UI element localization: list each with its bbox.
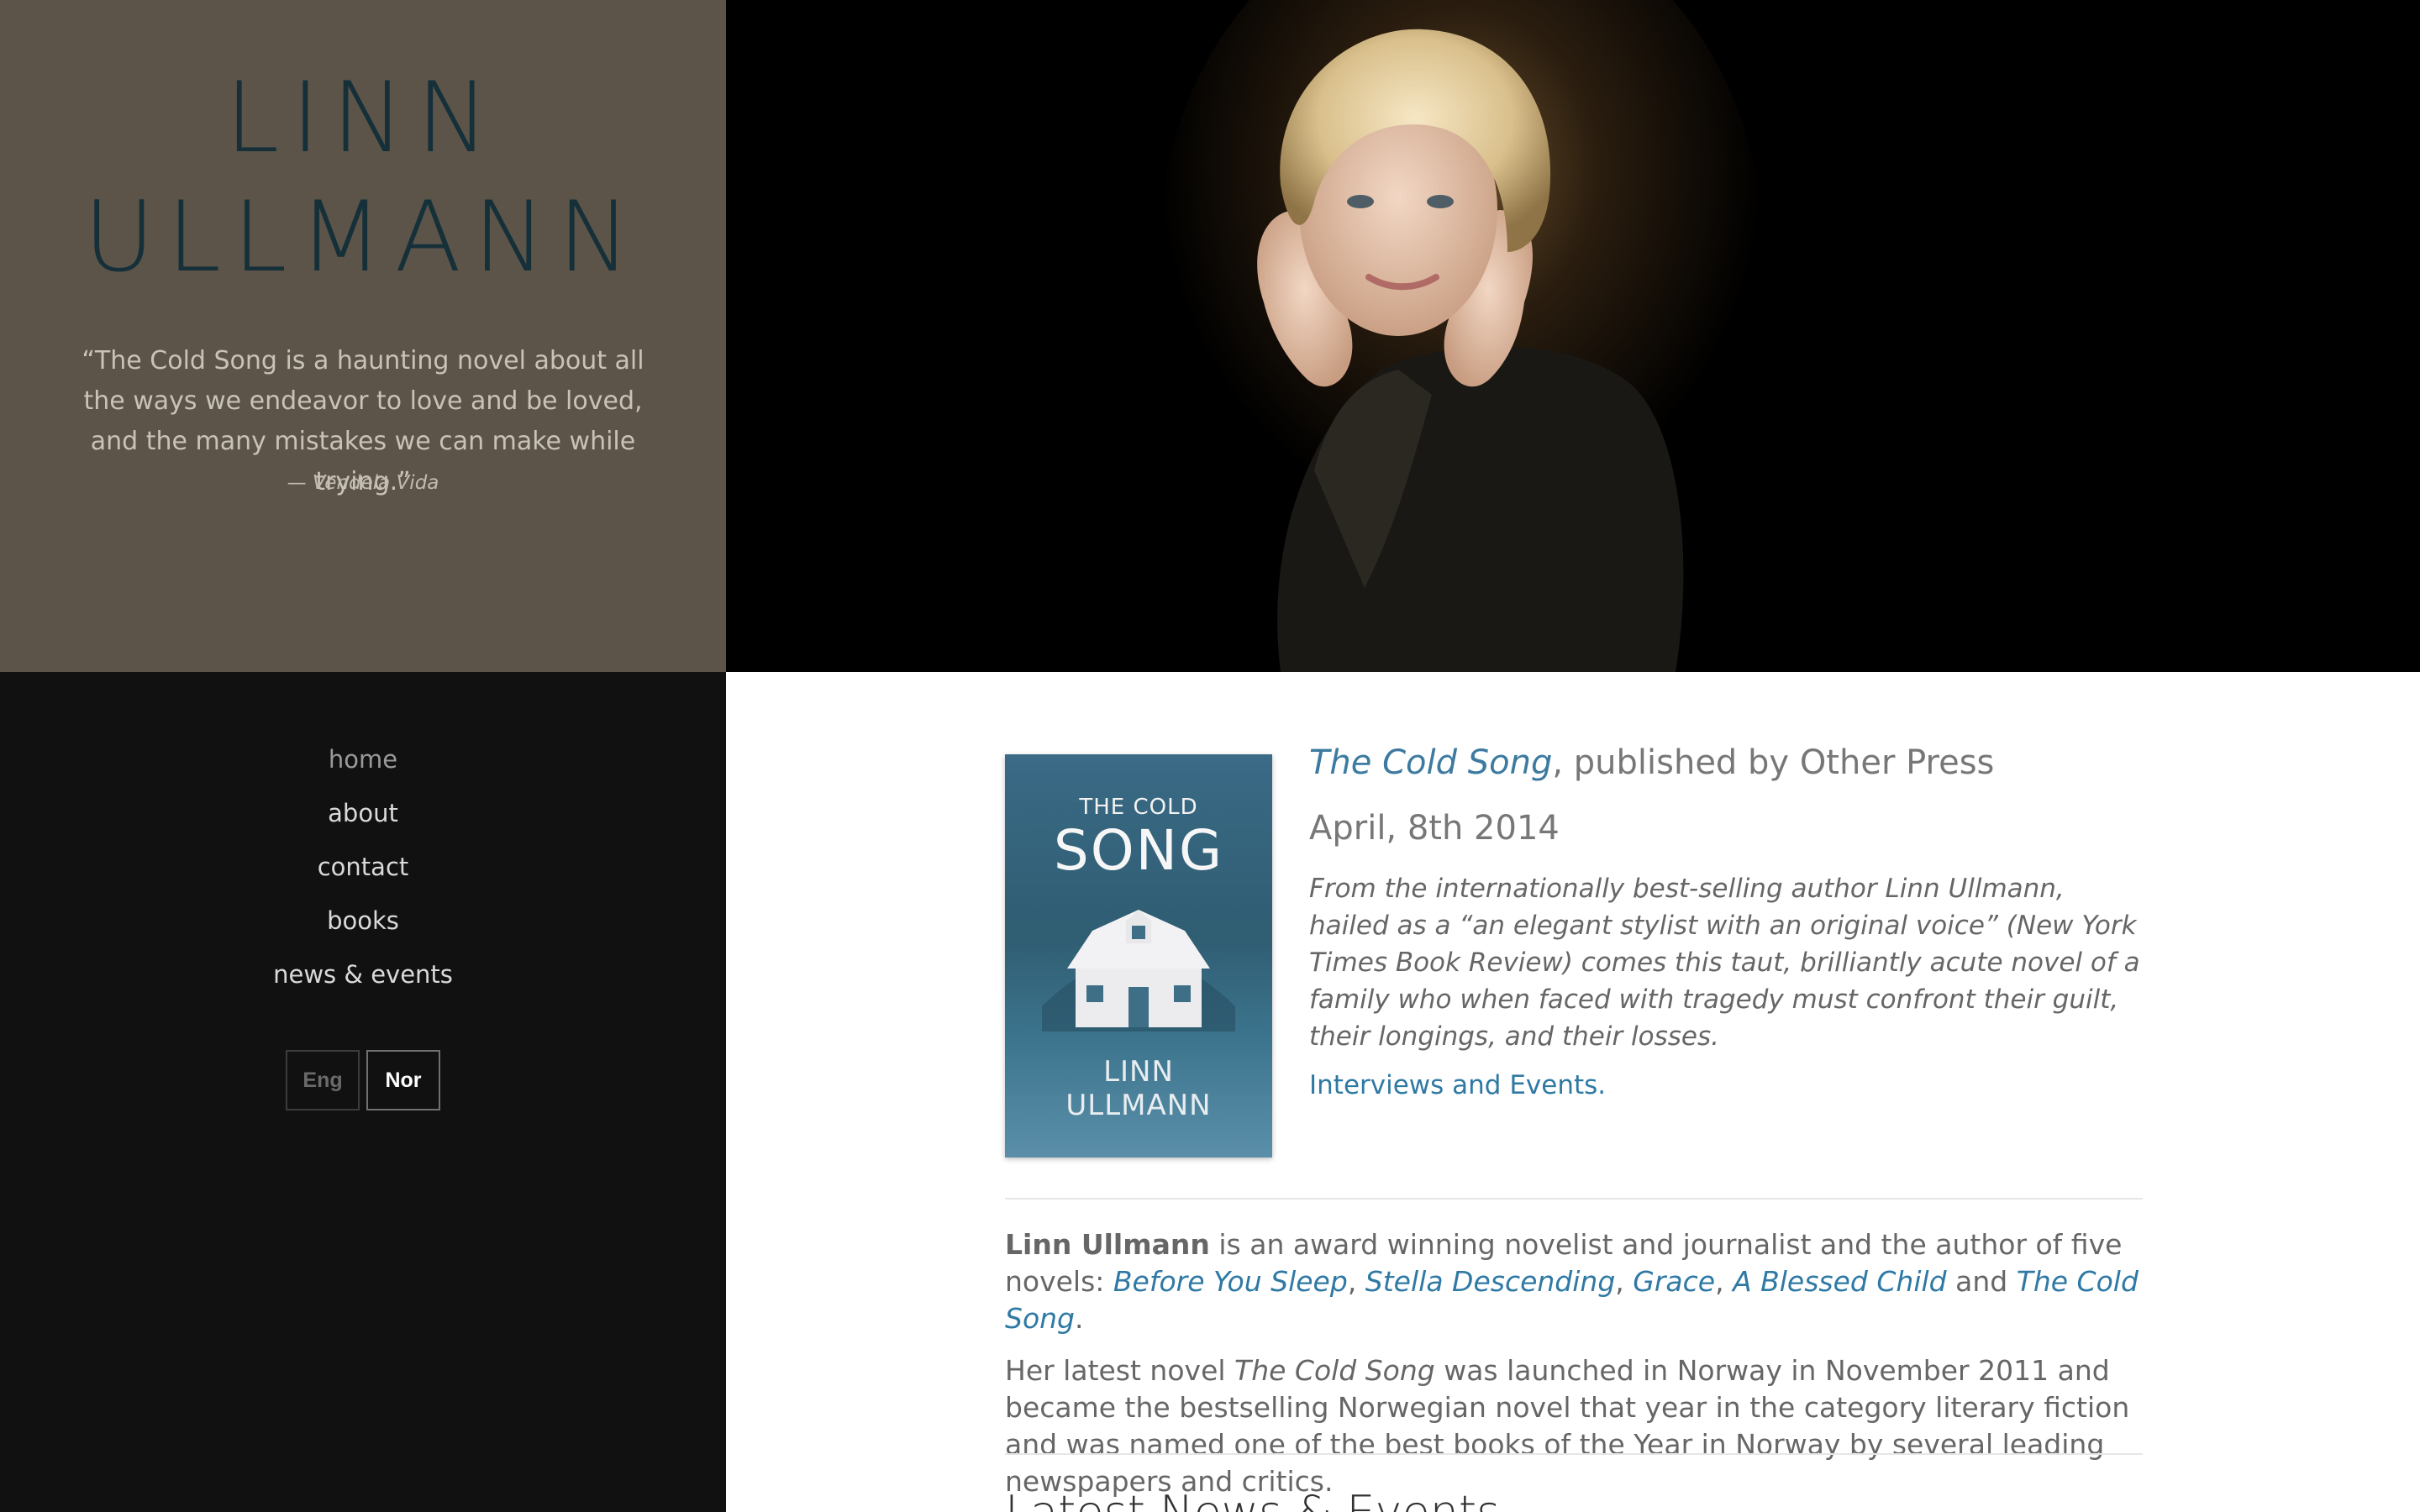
book-release-date: April, 8th 2014: [1309, 809, 1560, 848]
nav-item-home[interactable]: home: [0, 732, 726, 786]
nav-item-books[interactable]: books: [0, 894, 726, 948]
bio-paragraph-2: Her latest novel The Cold Song was launc…: [1005, 1352, 2143, 1500]
cover-author: LINN ULLMANN: [1005, 1055, 1272, 1122]
book-cover[interactable]: THE COLD SONG LINN ULLMANN: [1005, 754, 1272, 1158]
site-title-line1: LINN: [224, 61, 502, 175]
novel-link-grace[interactable]: Grace: [1633, 1265, 1715, 1298]
book-blurb: From the internationally best-selling au…: [1309, 874, 2140, 1052]
site-title[interactable]: LINN ULLMANN: [0, 59, 726, 297]
divider: [1005, 1198, 2143, 1200]
sep-2: ,: [1615, 1265, 1634, 1298]
hero-portrait: [726, 0, 2420, 672]
language-button-eng[interactable]: Eng: [286, 1050, 360, 1110]
sidebar: home about contact books news & events E…: [0, 672, 726, 1512]
cover-author-line2: ULLMANN: [1065, 1089, 1212, 1122]
bio-and: and: [1946, 1265, 2017, 1298]
bio-paragraph-1: Linn Ullmann is an award winning novelis…: [1005, 1226, 2143, 1337]
nav-item-news-events[interactable]: news & events: [0, 948, 726, 1001]
quote-author: — Vendela Vida: [287, 472, 439, 494]
author-bio: Linn Ullmann is an award winning novelis…: [1005, 1226, 2143, 1500]
interviews-events-link[interactable]: Interviews and Events.: [1309, 1067, 1606, 1104]
main-nav: home about contact books news & events: [0, 732, 726, 1001]
cover-title-small: THE COLD: [1079, 795, 1198, 820]
bio-p2-before: Her latest novel: [1005, 1354, 1235, 1387]
main-content: THE COLD SONG LINN ULLMANN The Cold Song…: [1005, 672, 2143, 1512]
brand-panel: LINN ULLMANN “The Cold Song is a hauntin…: [0, 0, 726, 672]
sep-1: ,: [1347, 1265, 1365, 1298]
novel-link-a-blessed-child[interactable]: A Blessed Child: [1733, 1265, 1947, 1298]
book-title-link[interactable]: The Cold Song: [1309, 743, 1552, 782]
book-heading: The Cold Song, published by Other Press: [1309, 739, 2143, 786]
language-switcher: Eng Nor: [0, 1050, 726, 1110]
bio-p2-title: The Cold Song: [1234, 1354, 1435, 1387]
cover-title-big: SONG: [1053, 818, 1224, 883]
divider: [1005, 1453, 2143, 1455]
bio-end: .: [1075, 1302, 1084, 1335]
portrait-illustration: [726, 0, 2420, 672]
page: LINN ULLMANN “The Cold Song is a hauntin…: [0, 0, 2420, 1512]
site-title-line2: ULLMANN: [83, 181, 643, 294]
bio-author-name: Linn Ullmann: [1005, 1228, 1210, 1261]
book-publisher: , published by Other Press: [1552, 743, 1995, 782]
novel-link-before-you-sleep[interactable]: Before You Sleep: [1113, 1265, 1348, 1298]
sep-3: ,: [1715, 1265, 1733, 1298]
house-icon: [1042, 910, 1235, 1032]
language-button-nor[interactable]: Nor: [366, 1050, 440, 1110]
nav-item-contact[interactable]: contact: [0, 840, 726, 894]
book-info: The Cold Song, published by Other Press …: [1309, 739, 2143, 1104]
cover-author-line1: LINN: [1103, 1055, 1174, 1089]
latest-news-heading: Latest News & Events: [1005, 1483, 1500, 1512]
nav-item-about[interactable]: about: [0, 786, 726, 840]
novel-link-stella-descending[interactable]: Stella Descending: [1365, 1265, 1615, 1298]
